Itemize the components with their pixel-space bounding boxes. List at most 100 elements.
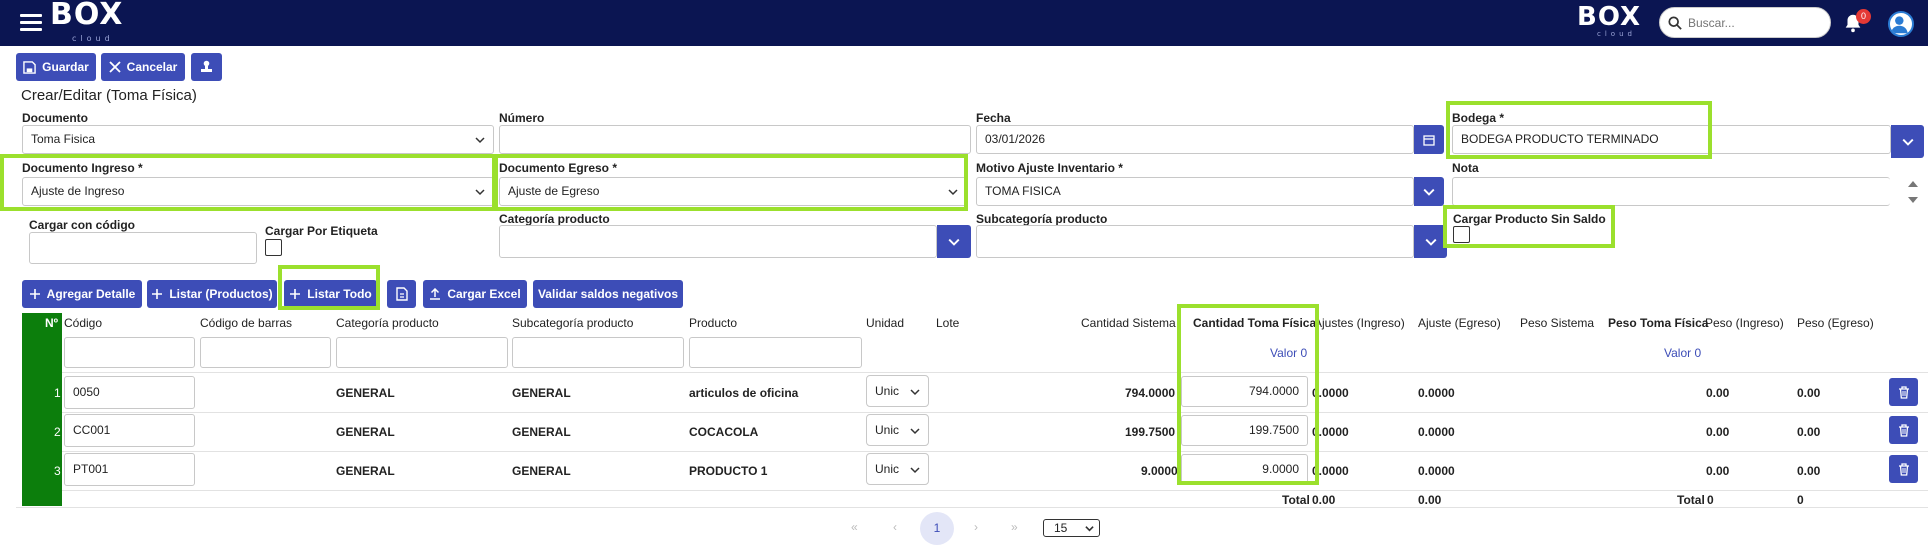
filter-categoria[interactable] (336, 337, 508, 368)
bodega-select[interactable]: BODEGA PRODUCTO TERMINADO (1452, 125, 1891, 154)
cancel-label: Cancelar (126, 60, 178, 74)
filter-codigo-barras[interactable] (200, 337, 331, 368)
doc-ingreso-label: Documento Ingreso * (22, 161, 143, 175)
row-cantidad-toma-input[interactable]: 9.0000 (1181, 454, 1308, 485)
documento-label: Documento (22, 111, 88, 125)
search-input[interactable] (1688, 13, 1823, 33)
doc-ingreso-select[interactable]: Ajuste de Ingreso (22, 177, 494, 206)
row-subcategoria: GENERAL (512, 425, 571, 439)
fecha-input[interactable]: 03/01/2026 (976, 125, 1414, 154)
cancel-button[interactable]: Cancelar (101, 53, 185, 81)
listar-productos-label: Listar (Productos) (169, 287, 273, 301)
row-codigo-input[interactable]: PT001 (64, 453, 195, 486)
bodega-dropdown-button[interactable] (1891, 125, 1924, 158)
row-number: 2 (54, 425, 61, 439)
page-button-current[interactable]: 1 (920, 512, 954, 545)
filter-producto[interactable] (689, 337, 862, 368)
row-categoria: GENERAL (336, 386, 395, 400)
categoria-dropdown-button[interactable] (937, 225, 971, 258)
doc-egreso-label: Documento Egreso * (499, 161, 617, 175)
delete-row-button[interactable] (1889, 416, 1918, 444)
bodega-label-text: Bodega (1452, 111, 1497, 125)
upload-icon (430, 288, 441, 300)
categoria-select[interactable] (499, 225, 937, 258)
total-label: Total (1282, 493, 1310, 507)
doc-egreso-select[interactable]: Ajuste de Egreso (499, 177, 967, 206)
listar-todo-button[interactable]: Listar Todo (284, 280, 377, 308)
save-label: Guardar (42, 60, 89, 74)
motivo-dropdown-button[interactable] (1414, 177, 1444, 206)
row-cantidad-toma-input[interactable]: 794.0000 (1181, 376, 1308, 407)
filter-codigo[interactable] (64, 337, 195, 368)
header-subcategoria: Subcategoría producto (512, 316, 634, 330)
motivo-label-text: Motivo Ajuste Inventario (976, 161, 1115, 175)
user-avatar[interactable] (1888, 11, 1914, 37)
subcategoria-select[interactable] (976, 225, 1414, 258)
row-unidad-select[interactable]: Unic (866, 375, 929, 407)
plus-icon (152, 289, 163, 299)
first-page-icon[interactable]: « (851, 520, 858, 534)
export-file-button[interactable] (387, 280, 416, 308)
row-unidad-select[interactable]: Unic (866, 453, 929, 485)
nota-label: Nota (1452, 161, 1479, 175)
chevron-down-icon (910, 428, 920, 435)
row-peso-ingreso: 0.00 (1706, 425, 1730, 439)
user-icon (1890, 16, 1908, 34)
row-categoria: GENERAL (336, 464, 395, 478)
cargar-etiqueta-checkbox[interactable] (265, 239, 282, 256)
row-ajuste-ingreso: 0.0000 (1312, 464, 1349, 478)
numero-label: Número (499, 111, 545, 125)
row-categoria: GENERAL (336, 425, 395, 439)
save-button[interactable]: Guardar (16, 53, 96, 81)
total-peso-egreso: 0 (1797, 493, 1804, 507)
required-mark: * (1499, 111, 1505, 125)
listar-todo-label: Listar Todo (307, 287, 372, 301)
delete-row-button[interactable] (1889, 378, 1918, 406)
validar-saldos-button[interactable]: Validar saldos negativos (533, 280, 683, 308)
next-page-icon[interactable]: › (974, 520, 978, 534)
stamp-button[interactable] (191, 53, 222, 81)
plus-icon (29, 289, 40, 299)
header-peso-ingreso: Peso (Ingreso) (1705, 316, 1784, 330)
chevron-down-icon (910, 389, 920, 396)
total-peso-ingreso: 0 (1707, 493, 1714, 507)
sin-saldo-checkbox[interactable] (1453, 226, 1470, 243)
chevron-down-icon (475, 189, 485, 196)
row-cantidad-sistema: 199.7500 (1125, 425, 1176, 439)
row-unidad-select[interactable]: Unic (866, 414, 929, 446)
subcategoria-dropdown-button[interactable] (1414, 225, 1447, 258)
brand-logo[interactable]: BOX cloud (50, 0, 123, 43)
motivo-select[interactable]: TOMA FISICA (976, 177, 1414, 206)
trash-icon (1898, 385, 1909, 399)
valor-cantidad: Valor 0 (1270, 346, 1308, 360)
scroll-arrows-icon[interactable] (1906, 177, 1920, 207)
cargar-excel-button[interactable]: Cargar Excel (423, 280, 527, 308)
row-ajuste-egreso: 0.0000 (1418, 386, 1455, 400)
row-producto: COCACOLA (689, 425, 759, 439)
filter-subcategoria[interactable] (512, 337, 684, 368)
numero-input[interactable] (499, 125, 971, 154)
close-icon (109, 61, 121, 73)
row-cantidad-sistema: 9.0000 (1141, 464, 1178, 478)
search-icon (1668, 16, 1682, 30)
delete-row-button[interactable] (1889, 455, 1918, 483)
calendar-button[interactable] (1414, 125, 1444, 154)
header-peso-toma: Peso Toma Física (1608, 316, 1709, 330)
table-bottom-border (16, 507, 1928, 508)
menu-icon[interactable] (20, 14, 42, 32)
nota-textarea[interactable] (1452, 177, 1890, 206)
brand-logo-right: BOX cloud (1577, 2, 1641, 38)
prev-page-icon[interactable]: ‹ (893, 520, 897, 534)
row-codigo-input[interactable]: CC001 (64, 414, 195, 447)
row-divider (62, 490, 1928, 491)
cargar-etiqueta-label: Cargar Por Etiqueta (265, 224, 378, 238)
required-mark: * (612, 161, 618, 175)
cargar-codigo-input[interactable] (29, 232, 257, 264)
page-size-select[interactable]: 15 (1043, 519, 1100, 537)
agregar-detalle-button[interactable]: Agregar Detalle (22, 280, 142, 308)
last-page-icon[interactable]: » (1011, 520, 1018, 534)
row-cantidad-toma-input[interactable]: 199.7500 (1181, 415, 1308, 446)
documento-select[interactable]: Toma Fisica (22, 125, 494, 154)
listar-productos-button[interactable]: Listar (Productos) (147, 280, 277, 308)
row-codigo-input[interactable]: 0050 (64, 376, 195, 409)
